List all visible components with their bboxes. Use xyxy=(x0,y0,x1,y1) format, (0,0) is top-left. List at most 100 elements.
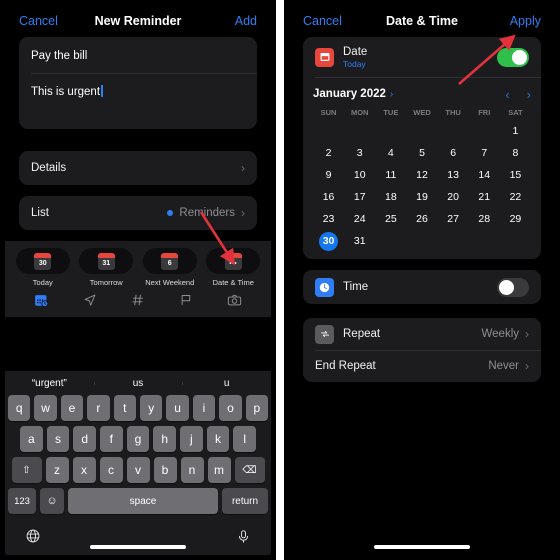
space-key[interactable]: space xyxy=(68,488,218,514)
key-c[interactable]: c xyxy=(99,457,123,483)
key-l[interactable]: l xyxy=(233,426,257,452)
calendar-day[interactable]: 6 xyxy=(438,144,469,163)
key-w[interactable]: w xyxy=(34,395,57,421)
calendar-month-label[interactable]: January 2022 xyxy=(313,88,386,100)
shift-key[interactable]: ⇧ xyxy=(11,457,42,483)
camera-icon[interactable] xyxy=(225,290,245,310)
emoji-key[interactable]: ☺ xyxy=(40,488,64,514)
key-q[interactable]: q xyxy=(7,395,31,421)
calendar-day[interactable]: 16 xyxy=(313,188,344,207)
suggestion-item[interactable]: “urgent” xyxy=(5,378,94,389)
prev-month-button[interactable]: ‹ xyxy=(505,88,509,101)
calendar-day[interactable]: 18 xyxy=(375,188,406,207)
key-g[interactable]: g xyxy=(126,426,150,452)
key-v[interactable]: v xyxy=(126,457,150,483)
date-toggle[interactable] xyxy=(497,47,529,67)
calendar-day[interactable]: 31 xyxy=(344,232,375,251)
calendar-day[interactable]: 7 xyxy=(469,144,500,163)
details-row[interactable]: Details › xyxy=(19,151,257,185)
add-button[interactable]: Add xyxy=(203,14,257,28)
key-r[interactable]: r xyxy=(87,395,110,421)
calendar-day[interactable]: 23 xyxy=(313,210,344,229)
time-row[interactable]: Time xyxy=(303,270,541,304)
calendar-day[interactable]: 27 xyxy=(438,210,469,229)
key-u[interactable]: u xyxy=(166,395,189,421)
key-z[interactable]: z xyxy=(45,457,69,483)
key-f[interactable]: f xyxy=(100,426,123,452)
key-n[interactable]: n xyxy=(180,457,204,483)
calendar-clock-icon[interactable] xyxy=(31,290,51,310)
return-key[interactable]: return xyxy=(222,488,268,514)
calendar-day[interactable]: 21 xyxy=(469,188,500,207)
backspace-key[interactable]: ⌫ xyxy=(234,457,265,483)
calendar-day[interactable]: 14 xyxy=(469,166,500,185)
calendar-day[interactable]: 25 xyxy=(375,210,406,229)
key-d[interactable]: d xyxy=(73,426,96,452)
key-e[interactable]: e xyxy=(60,395,84,421)
key-y[interactable]: y xyxy=(140,395,163,421)
chevron-right-icon[interactable]: › xyxy=(390,89,393,100)
microphone-icon[interactable] xyxy=(233,526,253,546)
list-row[interactable]: List Reminders › xyxy=(19,196,257,230)
reminder-note-field[interactable]: This is urgent xyxy=(19,73,257,109)
key-o[interactable]: o xyxy=(219,395,242,421)
repeat-row[interactable]: Repeat Weekly › xyxy=(303,318,541,350)
calendar-day[interactable]: 8 xyxy=(500,144,531,163)
calendar-day[interactable]: 20 xyxy=(438,188,469,207)
calendar-day[interactable]: 10 xyxy=(344,166,375,185)
calendar-day[interactable]: 1 xyxy=(500,122,531,141)
key-a[interactable]: a xyxy=(19,426,43,452)
quick-action-pill[interactable]: 30 xyxy=(15,248,70,274)
calendar-day[interactable]: 11 xyxy=(375,166,406,185)
end-repeat-row[interactable]: End Repeat Never › xyxy=(303,350,541,382)
next-month-button[interactable]: › xyxy=(527,88,531,101)
key-t[interactable]: t xyxy=(113,395,136,421)
suggestion-item[interactable]: us xyxy=(93,378,183,389)
calendar-day[interactable]: 19 xyxy=(406,188,437,207)
key-h[interactable]: h xyxy=(153,426,177,452)
calendar-day-selected[interactable]: 30 xyxy=(319,232,339,251)
calendar-day[interactable]: 3 xyxy=(344,144,375,163)
cancel-button[interactable]: Cancel xyxy=(303,14,357,28)
quick-action-tomorrow[interactable]: 31 Tomorrow xyxy=(77,248,135,287)
calendar-day[interactable]: 2 xyxy=(313,144,344,163)
key-m[interactable]: m xyxy=(207,457,231,483)
key-j[interactable]: j xyxy=(180,426,203,452)
key-s[interactable]: s xyxy=(46,426,70,452)
calendar-day[interactable]: 15 xyxy=(500,166,531,185)
quick-action-date-time[interactable]: ••• Date & Time xyxy=(204,248,262,287)
calendar-day[interactable]: 13 xyxy=(438,166,469,185)
globe-icon[interactable] xyxy=(23,526,43,546)
apply-button[interactable]: Apply xyxy=(487,14,541,28)
calendar-day[interactable]: 28 xyxy=(469,210,500,229)
key-p[interactable]: p xyxy=(245,395,269,421)
hashtag-icon[interactable] xyxy=(128,290,148,310)
flag-icon[interactable] xyxy=(176,290,196,310)
calendar-day[interactable]: 4 xyxy=(375,144,406,163)
calendar-day[interactable]: 17 xyxy=(344,188,375,207)
location-arrow-icon[interactable] xyxy=(80,290,100,310)
calendar-day[interactable]: 9 xyxy=(313,166,344,185)
quick-action-today[interactable]: 30 Today xyxy=(14,248,72,287)
calendar-day[interactable]: 24 xyxy=(344,210,375,229)
quick-action-label: Today xyxy=(32,278,53,287)
calendar-day[interactable]: 29 xyxy=(500,210,531,229)
quick-action-pill[interactable]: ••• xyxy=(206,248,261,274)
reminder-title-field[interactable]: Pay the bill xyxy=(19,37,257,73)
key-i[interactable]: i xyxy=(192,395,216,421)
quick-action-next-weekend[interactable]: 6 Next Weekend xyxy=(141,248,199,287)
key-b[interactable]: b xyxy=(153,457,177,483)
calendar-day[interactable]: 22 xyxy=(500,188,531,207)
suggestion-item[interactable]: u xyxy=(182,378,271,389)
quick-action-pill[interactable]: 6 xyxy=(142,248,197,274)
calendar-day[interactable]: 12 xyxy=(406,166,437,185)
key-k[interactable]: k xyxy=(206,426,230,452)
numbers-key[interactable]: 123 xyxy=(8,488,36,514)
quick-action-pill[interactable]: 31 xyxy=(79,248,134,274)
time-toggle[interactable] xyxy=(497,277,529,297)
cancel-button[interactable]: Cancel xyxy=(19,14,73,28)
calendar-day[interactable]: 26 xyxy=(406,210,437,229)
key-x[interactable]: x xyxy=(72,457,96,483)
date-row[interactable]: Date Today xyxy=(303,37,541,77)
calendar-day[interactable]: 5 xyxy=(406,144,437,163)
